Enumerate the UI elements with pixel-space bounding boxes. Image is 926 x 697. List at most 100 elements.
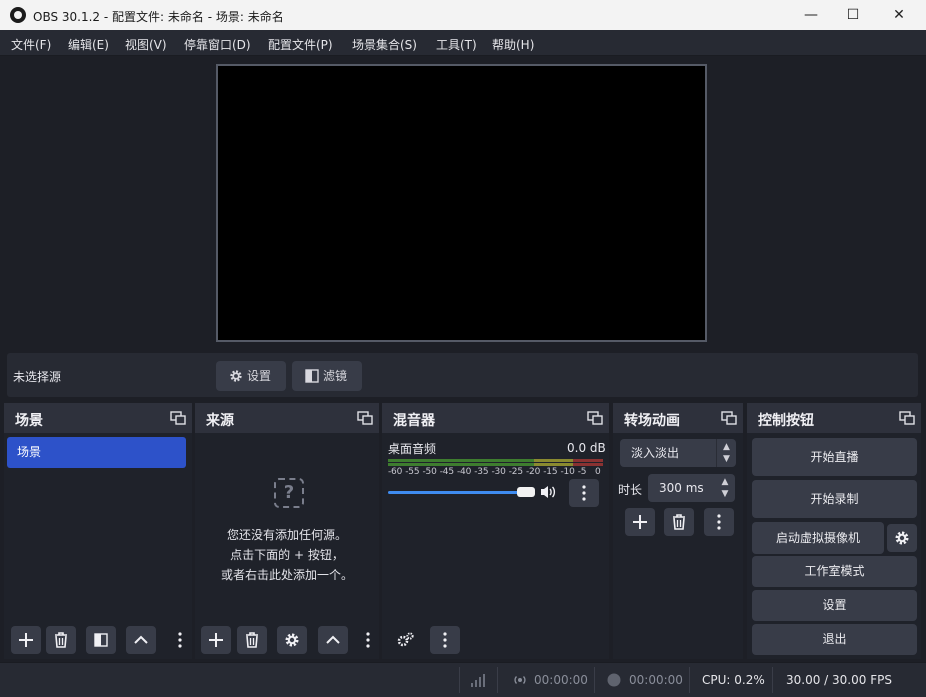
start-virtual-camera-button[interactable]: 启动虚拟摄像机 xyxy=(752,522,884,554)
menu-edit[interactable]: 编辑(E) xyxy=(68,36,109,53)
transition-menu-button[interactable] xyxy=(704,508,734,536)
trash-icon xyxy=(55,632,67,648)
meter-scale-tick: -45 xyxy=(439,467,454,477)
source-settings-button[interactable]: 设置 xyxy=(216,361,286,391)
menu-bar: 文件(F) 编辑(E) 视图(V) 停靠窗口(D) 配置文件(P) 场景集合(S… xyxy=(0,30,926,56)
status-separator xyxy=(594,667,595,693)
sources-empty-line-3: 或者右击此处添加一个。 xyxy=(220,568,353,582)
maximize-button[interactable]: ☐ xyxy=(830,0,876,30)
more-vertical-icon xyxy=(178,632,182,648)
meter-scale-tick: -50 xyxy=(422,467,437,477)
mixer-menu-button[interactable] xyxy=(430,626,460,654)
more-vertical-icon xyxy=(582,485,586,501)
fps-readout: 30.00 / 30.00 FPS xyxy=(786,673,892,687)
updown-arrows-icon[interactable]: ▲ ▼ xyxy=(715,474,735,502)
meter-scale-tick: -30 xyxy=(491,467,506,477)
scene-filters-button[interactable] xyxy=(86,626,116,654)
window-title: OBS 30.1.2 - 配置文件: 未命名 - 场景: 未命名 xyxy=(33,10,284,24)
trash-icon xyxy=(246,632,258,648)
virtual-camera-settings-button[interactable] xyxy=(887,524,917,552)
filter-icon xyxy=(305,369,319,383)
more-vertical-icon xyxy=(366,632,370,648)
audio-advanced-settings-button[interactable] xyxy=(390,626,420,654)
sources-empty-line-1: 您还没有添加任何源。 xyxy=(226,528,347,542)
start-recording-button[interactable]: 开始录制 xyxy=(752,480,917,518)
add-transition-button[interactable] xyxy=(625,508,655,536)
studio-mode-button[interactable]: 工作室模式 xyxy=(752,556,917,587)
undock-icon[interactable] xyxy=(721,411,737,425)
menu-docks[interactable]: 停靠窗口(D) xyxy=(184,36,251,53)
question-mark-icon: ? xyxy=(274,478,304,508)
close-button[interactable]: ✕ xyxy=(876,0,922,30)
stream-time: 00:00:00 xyxy=(534,673,588,687)
duration-label: 时长 xyxy=(618,483,643,497)
plus-icon xyxy=(209,633,223,647)
menu-view[interactable]: 视图(V) xyxy=(125,36,167,53)
source-context-bar: 未选择源 xyxy=(7,353,918,397)
remove-transition-button[interactable] xyxy=(664,508,694,536)
obs-logo-icon xyxy=(10,7,26,23)
more-vertical-icon xyxy=(717,514,721,530)
volume-slider-handle[interactable] xyxy=(517,487,536,497)
volume-meter-bottom xyxy=(388,463,603,466)
settings-button[interactable]: 设置 xyxy=(752,590,917,621)
scenes-dock-header: 场景 xyxy=(4,403,192,433)
remove-scene-button[interactable] xyxy=(46,626,76,654)
transitions-dock-title: 转场动画 xyxy=(624,413,680,429)
sources-dock-title: 来源 xyxy=(206,413,234,429)
undock-icon[interactable] xyxy=(587,411,603,425)
audio-channel-menu-button[interactable] xyxy=(569,479,599,507)
scene-list-item[interactable]: 场景 xyxy=(7,437,186,468)
exit-button[interactable]: 退出 xyxy=(752,624,917,655)
title-bar: OBS 30.1.2 - 配置文件: 未命名 - 场景: 未命名 — ☐ ✕ xyxy=(0,0,926,30)
speaker-icon[interactable] xyxy=(539,484,557,500)
record-dot-icon xyxy=(607,673,621,687)
source-move-up-button[interactable] xyxy=(318,626,348,654)
chevron-up-icon xyxy=(134,635,148,644)
menu-tools[interactable]: 工具(T) xyxy=(436,36,477,53)
menu-profile[interactable]: 配置文件(P) xyxy=(268,36,333,53)
transition-select[interactable]: 淡入淡出 ▲ ▼ xyxy=(620,439,736,467)
chevron-up-icon xyxy=(326,635,340,644)
menu-file[interactable]: 文件(F) xyxy=(11,36,51,53)
remove-source-button[interactable] xyxy=(237,626,267,654)
plus-icon xyxy=(633,515,647,529)
start-streaming-button[interactable]: 开始直播 xyxy=(752,438,917,476)
add-scene-button[interactable] xyxy=(11,626,41,654)
gear-icon xyxy=(285,633,299,647)
undock-icon[interactable] xyxy=(357,411,373,425)
volume-slider[interactable] xyxy=(388,491,520,494)
status-separator xyxy=(497,667,498,693)
source-filters-label: 滤镜 xyxy=(323,369,348,383)
more-vertical-icon xyxy=(443,632,447,648)
source-more-button[interactable] xyxy=(353,626,383,654)
add-source-button[interactable] xyxy=(201,626,231,654)
volume-meter-top xyxy=(388,459,603,462)
mixer-dock-title: 混音器 xyxy=(393,413,435,429)
signal-bars-icon xyxy=(471,674,485,687)
scene-more-button[interactable] xyxy=(165,626,195,654)
stream-broadcast-icon xyxy=(514,676,526,684)
audio-level-readout: 0.0 dB xyxy=(567,441,606,455)
source-filters-button[interactable]: 滤镜 xyxy=(292,361,362,391)
minimize-button[interactable]: — xyxy=(788,0,834,30)
menu-scene-collection[interactable]: 场景集合(S) xyxy=(352,36,417,53)
transitions-dock-header: 转场动画 xyxy=(613,403,743,433)
menu-help[interactable]: 帮助(H) xyxy=(492,36,534,53)
undock-icon[interactable] xyxy=(899,411,915,425)
gear-icon xyxy=(230,370,242,382)
updown-arrows-icon: ▲ ▼ xyxy=(716,439,736,467)
duration-spinbox[interactable]: 300 ms ▲ ▼ xyxy=(648,474,735,502)
record-time: 00:00:00 xyxy=(629,673,683,687)
trash-icon xyxy=(673,514,685,530)
no-source-selected-label: 未选择源 xyxy=(13,370,62,384)
scene-move-up-button[interactable] xyxy=(126,626,156,654)
status-separator xyxy=(772,667,773,693)
source-properties-button[interactable] xyxy=(277,626,307,654)
cpu-usage: CPU: 0.2% xyxy=(702,673,765,687)
preview-canvas[interactable] xyxy=(216,64,707,342)
meter-scale-tick: 0 xyxy=(595,467,601,477)
meter-scale-tick: -35 xyxy=(474,467,489,477)
undock-icon[interactable] xyxy=(170,411,186,425)
duration-value: 300 ms xyxy=(659,481,704,495)
